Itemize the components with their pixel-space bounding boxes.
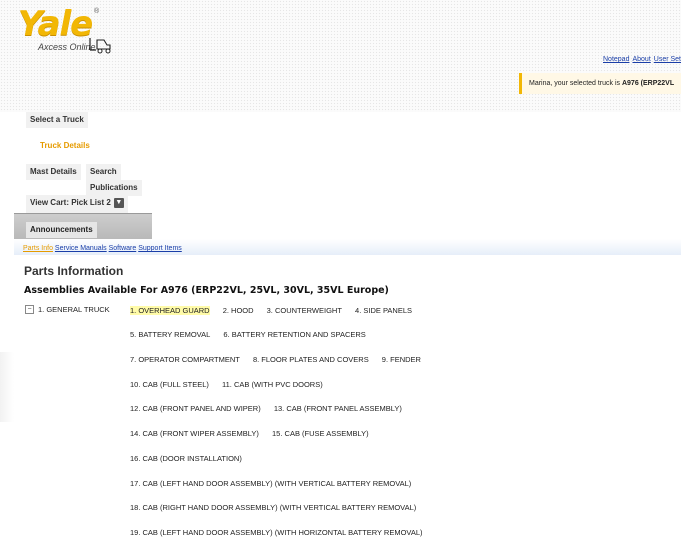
assembly-link[interactable]: 8. FLOOR PLATES AND COVERS [253,355,369,364]
top-links: Notepad About User Set [600,56,681,63]
assembly-link[interactable]: 14. CAB (FRONT WIPER ASSEMBLY) [130,429,259,438]
assembly-link[interactable]: 12. CAB (FRONT PANEL AND WIPER) [130,404,261,413]
assemblies-heading: Assemblies Available For A976 (ERP22VL, … [24,285,389,296]
user-settings-link[interactable]: User Set [654,56,681,63]
nav-announcements[interactable]: Announcements [26,222,97,238]
logo-tagline: Axcess Online [38,42,96,52]
assembly-link[interactable]: 19. CAB (LEFT HAND DOOR ASSEMBLY) (WITH … [130,528,423,537]
page-title: Parts Information [24,264,124,278]
tab-support-items[interactable]: Support Items [138,245,182,252]
nav-view-cart[interactable]: View Cart: Pick List 2 ▼ [26,195,128,213]
nav-publications[interactable]: Publications [86,180,142,196]
assembly-row: 17. CAB (LEFT HAND DOOR ASSEMBLY) (WITH … [130,479,422,488]
nav-select-truck[interactable]: Select a Truck [26,112,88,128]
assembly-link[interactable]: 3. COUNTERWEIGHT [267,306,342,315]
category-general-truck[interactable]: 1. GENERAL TRUCK [38,305,110,314]
assembly-link[interactable]: 2. HOOD [223,306,254,315]
tab-software[interactable]: Software [109,245,137,252]
assembly-link[interactable]: 15. CAB (FUSE ASSEMBLY) [272,429,369,438]
forklift-icon [89,38,111,54]
yale-logo[interactable]: Yale ® Axcess Online [18,6,128,56]
tab-parts-info[interactable]: Parts Info [23,245,53,252]
selected-truck-prefix: Marina, your selected truck is [529,80,622,87]
assembly-row: 18. CAB (RIGHT HAND DOOR ASSEMBLY) (WITH… [130,503,427,512]
side-shadow [0,352,14,422]
view-cart-label: View Cart: Pick List 2 [30,198,111,207]
assembly-link[interactable]: 16. CAB (DOOR INSTALLATION) [130,454,242,463]
nav-truck-details[interactable]: Truck Details [36,138,94,154]
assembly-row: 19. CAB (LEFT HAND DOOR ASSEMBLY) (WITH … [130,528,434,537]
logo-registered: ® [94,8,100,15]
about-link[interactable]: About [632,56,650,63]
selected-truck-bar: Marina, your selected truck is A976 (ERP… [519,73,681,94]
assembly-link[interactable]: 6. BATTERY RETENTION AND SPACERS [223,330,365,339]
assembly-row: 16. CAB (DOOR INSTALLATION) [130,454,253,463]
assembly-row: 14. CAB (FRONT WIPER ASSEMBLY) 15. CAB (… [130,429,380,438]
assembly-link[interactable]: 5. BATTERY REMOVAL [130,330,210,339]
nav-search[interactable]: Search [86,164,121,180]
content-tabs: Parts Info Service Manuals Software Supp… [14,239,681,255]
assembly-row: 12. CAB (FRONT PANEL AND WIPER) 13. CAB … [130,404,413,413]
assembly-link[interactable]: 7. OPERATOR COMPARTMENT [130,355,240,364]
assembly-link[interactable]: 18. CAB (RIGHT HAND DOOR ASSEMBLY) (WITH… [130,503,416,512]
assembly-link[interactable]: 11. CAB (WITH PVC DOORS) [222,380,323,389]
tab-service-manuals[interactable]: Service Manuals [55,245,107,252]
assembly-link[interactable]: 4. SIDE PANELS [355,306,412,315]
nav-mast-details[interactable]: Mast Details [26,164,81,180]
selected-truck-model: A976 (ERP22VL [621,80,675,87]
logo-word: Yale [18,4,93,44]
assembly-row: 7. OPERATOR COMPARTMENT 8. FLOOR PLATES … [130,355,432,364]
assembly-row: 1. OVERHEAD GUARD 2. HOOD 3. COUNTERWEIG… [130,306,423,315]
notepad-link[interactable]: Notepad [603,56,629,63]
dropdown-arrow-icon[interactable]: ▼ [113,197,124,208]
assembly-link[interactable]: 17. CAB (LEFT HAND DOOR ASSEMBLY) (WITH … [130,479,411,488]
assembly-row: 10. CAB (FULL STEEL) 11. CAB (WITH PVC D… [130,380,334,389]
assembly-row: 5. BATTERY REMOVAL 6. BATTERY RETENTION … [130,330,377,339]
collapse-icon[interactable]: − [25,305,34,314]
assembly-link[interactable]: 10. CAB (FULL STEEL) [130,380,209,389]
assembly-link[interactable]: 1. OVERHEAD GUARD [130,306,210,315]
assembly-link[interactable]: 9. FENDER [382,355,421,364]
assembly-link[interactable]: 13. CAB (FRONT PANEL ASSEMBLY) [274,404,402,413]
